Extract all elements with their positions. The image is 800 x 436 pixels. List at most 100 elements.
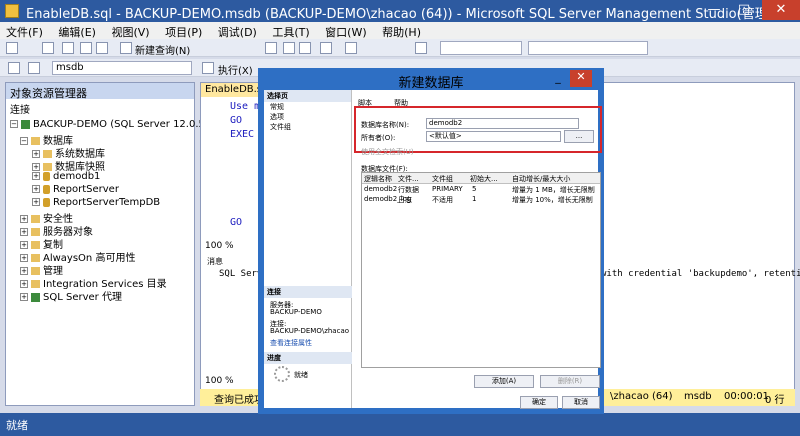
tree-reportserver[interactable]: + ReportServer xyxy=(32,184,119,197)
status-time: 00:00:01 xyxy=(724,391,769,402)
folder-icon xyxy=(31,267,40,275)
col-autogrowth[interactable]: 自动增长/最大大小 xyxy=(512,174,570,184)
dialog-minimize[interactable]: _ xyxy=(548,71,568,87)
database-combo[interactable]: msdb xyxy=(52,61,192,75)
undo-icon[interactable] xyxy=(320,42,332,54)
db-files-grid[interactable]: 逻辑名称 文件... 文件组 初始大... 自动增长/最大大小 demodb2 … xyxy=(361,172,601,368)
owner-label: 所有者(O): xyxy=(361,134,396,142)
platform-combo[interactable] xyxy=(528,41,648,55)
save-all-icon[interactable] xyxy=(96,42,108,54)
app-icon xyxy=(5,4,19,18)
page-filegroups[interactable]: 文件组 xyxy=(264,122,351,132)
database-icon xyxy=(43,184,50,194)
maximize-button[interactable]: □ xyxy=(730,0,758,20)
remove-file-button[interactable]: 删除(R) xyxy=(540,375,600,388)
folder-icon xyxy=(31,241,40,249)
folder-icon xyxy=(43,163,52,171)
page-options[interactable]: 选项 xyxy=(264,112,351,122)
cancel-button[interactable]: 取消 xyxy=(562,396,600,409)
folder-icon xyxy=(31,280,40,288)
owner-browse-button[interactable]: ... xyxy=(564,130,594,143)
tree-db-snapshots[interactable]: + 数据库快照 xyxy=(32,158,105,173)
col-filegroup[interactable]: 文件组 xyxy=(432,174,453,184)
table-row[interactable]: demodb2 行数据 PRIMARY 5 增量为 1 MB，增长无限制 xyxy=(362,185,600,195)
server-icon xyxy=(21,119,30,129)
new-query-button[interactable]: 新建查询(N) xyxy=(135,42,190,57)
col-initial-size[interactable]: 初始大... xyxy=(470,174,498,184)
connect-icon[interactable] xyxy=(8,62,20,74)
close-button[interactable]: ✕ xyxy=(762,0,800,20)
tree-management[interactable]: + 管理 xyxy=(20,262,63,277)
editor-tab[interactable]: EnableDB.sql xyxy=(201,83,271,97)
dialog-sidebar: 选择页 常规 选项 文件组 连接 服务器: BACKUP-DEMO 连接: BA… xyxy=(264,90,352,408)
page-general[interactable]: 常规 xyxy=(264,102,351,112)
disconnect-icon[interactable] xyxy=(28,62,40,74)
dialog-close[interactable]: ✕ xyxy=(570,70,592,87)
add-item-icon[interactable] xyxy=(42,42,54,54)
zoom-combo[interactable]: 100 % xyxy=(205,241,234,251)
open-file-icon[interactable] xyxy=(62,42,74,54)
database-icon xyxy=(43,171,50,181)
owner-input[interactable]: <默认值> xyxy=(426,131,561,142)
tree-system-databases[interactable]: + 系统数据库 xyxy=(32,145,105,160)
app-status-text: 就绪 xyxy=(6,419,28,432)
execute-button[interactable]: 执行(X) xyxy=(218,62,253,77)
db-name-input[interactable]: demodb2 xyxy=(426,118,579,129)
dialog-title-bar: 新建数据库 _ ✕ xyxy=(258,68,604,91)
folder-icon xyxy=(31,137,40,145)
redo-icon[interactable] xyxy=(345,42,357,54)
progress-status: 就绪 xyxy=(294,371,308,379)
col-logical-name[interactable]: 逻辑名称 xyxy=(364,174,392,184)
table-row[interactable]: demodb2_log 日志 不适用 1 增量为 10%，增长无限制 xyxy=(362,195,600,205)
tree-integration-services[interactable]: + Integration Services 目录 xyxy=(20,275,167,290)
code-line-go-2: GO xyxy=(230,217,243,228)
connection-header: 连接 xyxy=(264,286,352,298)
toolbar-standard: 新建查询(N) xyxy=(0,39,800,57)
folder-icon xyxy=(31,254,40,262)
tree-databases[interactable]: − 数据库 xyxy=(20,132,73,147)
paste-icon[interactable] xyxy=(299,42,311,54)
cut-icon[interactable] xyxy=(265,42,277,54)
code-line-go: GO xyxy=(230,115,243,126)
new-project-icon[interactable] xyxy=(6,42,18,54)
minimize-button[interactable]: — xyxy=(700,0,728,20)
copy-icon[interactable] xyxy=(283,42,295,54)
code-line-exec: EXEC xyxy=(230,129,255,140)
object-explorer: 对象资源管理器 连接 − BACKUP-DEMO (SQL Server 12.0… xyxy=(5,82,234,406)
view-connection-link[interactable]: 查看连接属性 xyxy=(270,338,312,348)
tree-replication[interactable]: + 复制 xyxy=(20,236,63,251)
tree-reportservertempdb[interactable]: + ReportServerTempDB xyxy=(32,197,160,210)
database-icon xyxy=(43,197,50,207)
tree-alwayson[interactable]: + AlwaysOn 高可用性 xyxy=(20,249,135,264)
status-rows: 0 行 xyxy=(765,395,785,406)
debug-icon[interactable] xyxy=(415,42,427,54)
messages-tab[interactable]: 消息 xyxy=(207,256,223,267)
ok-button[interactable]: 确定 xyxy=(520,396,558,409)
new-query-icon[interactable] xyxy=(120,42,132,54)
agent-icon xyxy=(31,292,40,302)
menu-bar: 文件(F) 编辑(E) 视图(V) 项目(P) 调试(D) 工具(T) 窗口(W… xyxy=(0,22,800,39)
tree-server-objects[interactable]: + 服务器对象 xyxy=(20,223,93,238)
status-db: msdb xyxy=(684,391,712,402)
add-file-button[interactable]: 添加(A) xyxy=(474,375,534,388)
tree-sql-agent[interactable]: + SQL Server 代理 xyxy=(20,288,122,303)
folder-icon xyxy=(31,228,40,236)
query-status-text: 查询已成功 xyxy=(214,395,264,406)
db-name-label: 数据库名称(N): xyxy=(361,121,410,129)
execute-icon[interactable] xyxy=(202,62,214,74)
conn-value: BACKUP-DEMO\zhacao xyxy=(270,327,350,335)
connect-button[interactable]: 连接 xyxy=(10,101,30,116)
tree-demodb1[interactable]: + demodb1 xyxy=(32,171,100,184)
select-page-header: 选择页 xyxy=(264,90,351,102)
progress-header: 进度 xyxy=(264,352,352,364)
tree-security[interactable]: + 安全性 xyxy=(20,210,73,225)
status-user: \zhacao (64) xyxy=(610,391,673,402)
progress-spinner-icon xyxy=(274,366,290,382)
save-icon[interactable] xyxy=(80,42,92,54)
folder-icon xyxy=(31,215,40,223)
fulltext-checkbox[interactable]: 使用全文检索(U) xyxy=(361,147,414,157)
solution-config-combo[interactable] xyxy=(440,41,522,55)
col-file-type[interactable]: 文件... xyxy=(398,174,419,184)
zoom-combo-results[interactable]: 100 % xyxy=(205,376,234,386)
app-status-bar: 就绪 xyxy=(0,413,800,436)
